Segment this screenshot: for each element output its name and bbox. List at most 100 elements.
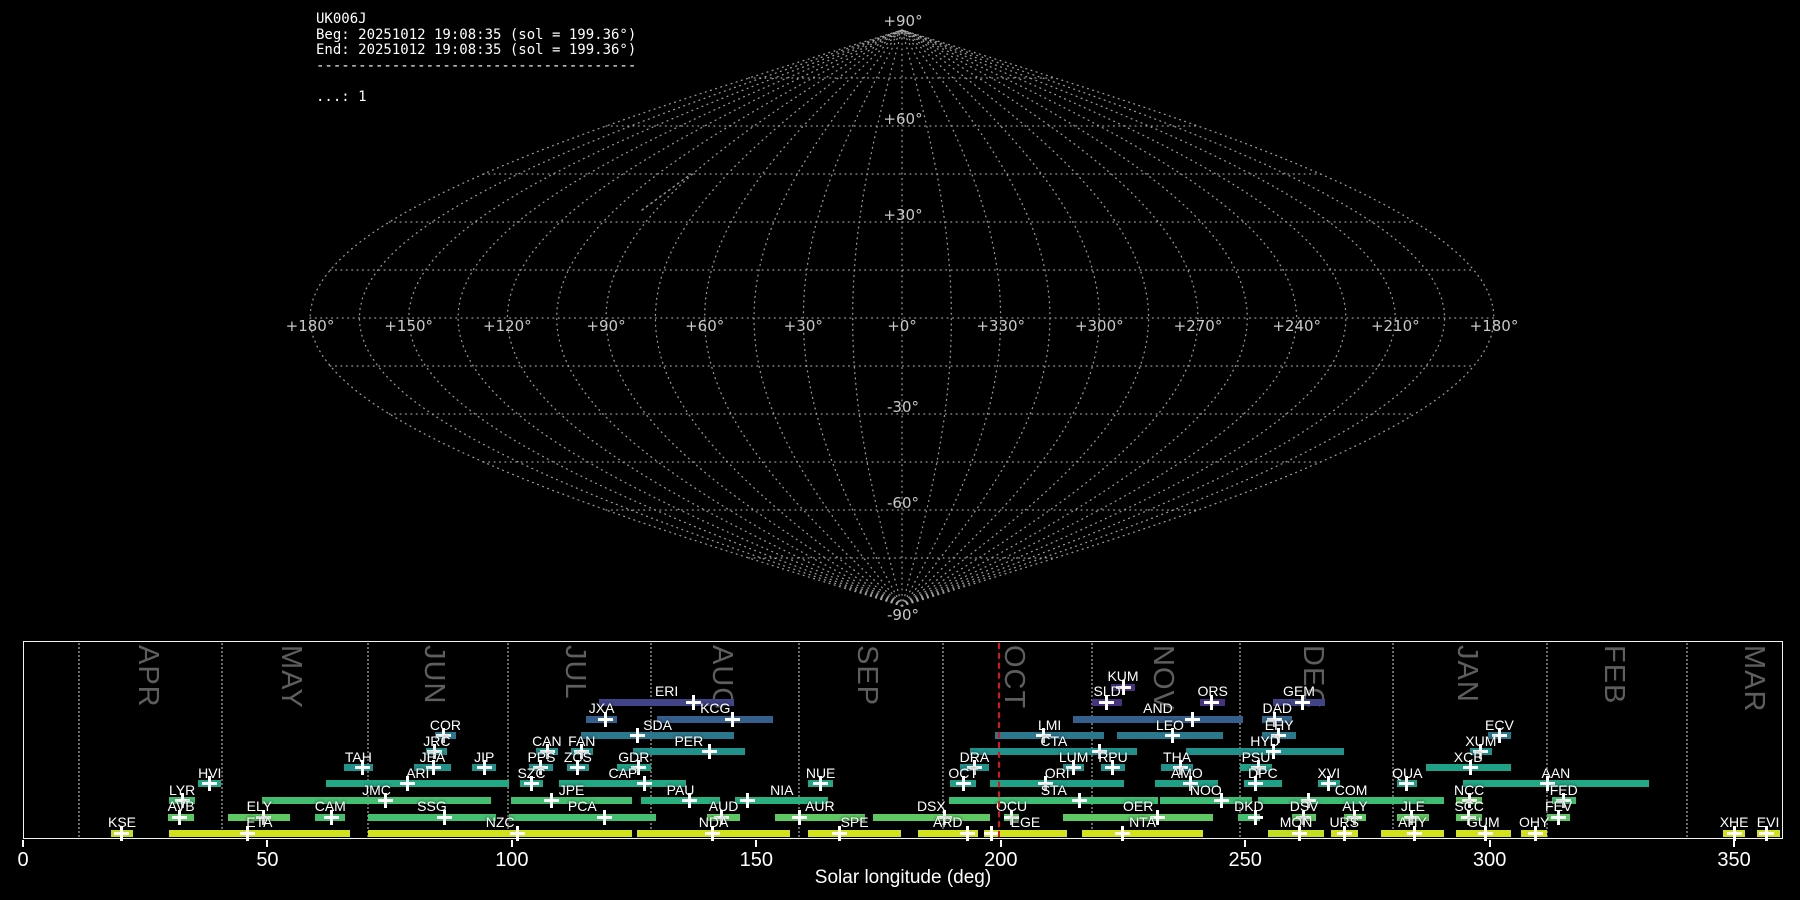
shower-code-label: CTA: [1040, 732, 1068, 749]
month-boundary-line: [78, 643, 81, 837]
shower-peak-marker: [1098, 694, 1114, 710]
shower-peak-marker: [1407, 825, 1423, 841]
shower-peak-marker: [1336, 825, 1352, 841]
shower-peak-marker: [686, 694, 702, 710]
axis-tick-label: 250: [1228, 849, 1262, 871]
shower-code-label: AUR: [805, 798, 835, 814]
shower-activity-bar: [261, 797, 492, 804]
shower-peak-marker: [1527, 825, 1543, 841]
axis-tick-label: 200: [984, 849, 1018, 871]
shower-peak-marker: [629, 728, 645, 743]
shower-peak-marker: [636, 776, 652, 791]
shower-code-label: STA: [1040, 781, 1067, 798]
shower-peak-marker: [740, 793, 756, 808]
month-boundary-line: [649, 643, 652, 837]
month-label: OCT: [997, 645, 1030, 710]
shower-peak-marker: [725, 711, 741, 727]
shower-peak-marker: [399, 776, 415, 791]
shower-peak-marker: [705, 825, 721, 841]
shower-peak-marker: [598, 711, 614, 727]
shower-peak-marker: [1399, 776, 1415, 791]
month-label: SEP: [851, 645, 884, 707]
month-boundary-line: [798, 643, 801, 837]
shower-code-label: CAP: [608, 764, 638, 781]
shower-peak-marker: [240, 825, 256, 841]
shower-peak-marker: [437, 809, 453, 825]
shower-peak-marker: [832, 825, 848, 841]
shower-peak-marker: [1105, 760, 1121, 775]
shower-peak-marker: [1114, 825, 1130, 841]
shower-peak-marker: [1247, 776, 1263, 791]
axis-tick: [1733, 840, 1736, 847]
month-label: JUL: [559, 645, 592, 700]
shower-peak-marker: [955, 776, 971, 791]
month-boundary-line: [506, 643, 509, 837]
shower-peak-marker: [1462, 760, 1478, 775]
shower-code-label: NIA: [770, 781, 794, 798]
shower-peak-marker: [378, 793, 394, 808]
shower-peak-marker: [476, 760, 492, 775]
month-label: APR: [131, 645, 164, 708]
shower-peak-marker: [1071, 793, 1087, 808]
axis-tick: [755, 840, 758, 847]
shower-peak-marker: [1247, 809, 1263, 825]
shower-peak-marker: [172, 809, 188, 825]
month-label: JAN: [1450, 645, 1483, 703]
axis-tick-label: 50: [256, 849, 279, 871]
shower-peak-marker: [1478, 825, 1494, 841]
shower-activity-bar: [1081, 829, 1204, 837]
month-label: MAR: [1738, 645, 1771, 713]
shower-peak-marker: [524, 776, 540, 791]
shower-peak-marker: [1726, 825, 1742, 841]
shower-peak-marker: [355, 760, 371, 775]
shower-peak-marker: [1291, 825, 1307, 841]
shower-code-label: ARD: [932, 814, 963, 830]
shower-activity-bar: [508, 813, 656, 821]
shower-peak-marker: [324, 809, 340, 825]
shower-activity-bar: [657, 715, 774, 723]
shower-code-label: AND: [1143, 700, 1173, 716]
shower-peak-marker: [114, 825, 130, 841]
shower-peak-marker: [510, 825, 526, 841]
axis-tick: [1488, 840, 1491, 847]
shower-peak-marker: [202, 776, 218, 791]
shower-activity-bar: [367, 813, 497, 821]
axis-tick: [1244, 840, 1247, 847]
axis-tick-label: 300: [1472, 849, 1507, 871]
shower-peak-marker: [569, 760, 585, 775]
axis-tick: [266, 840, 269, 847]
month-label: FEB: [1597, 645, 1630, 705]
shower-peak-marker: [1759, 825, 1775, 841]
shower-peak-marker: [543, 793, 559, 808]
shower-peak-marker: [1164, 728, 1180, 743]
axis-tick-label: 350: [1717, 849, 1751, 871]
shower-activity-bar: [169, 829, 350, 837]
month-label: MAY: [274, 645, 307, 709]
shower-peak-marker: [1203, 694, 1219, 710]
month-boundary-line: [366, 643, 369, 837]
shower-peak-marker: [596, 809, 612, 825]
shower-peak-marker: [1214, 793, 1230, 808]
month-boundary-line: [221, 643, 224, 837]
month-boundary-line: [1091, 643, 1094, 837]
shower-activity-bar: [368, 829, 633, 837]
shower-peak-marker: [702, 744, 718, 759]
axis-tick: [999, 840, 1002, 847]
shower-activity-bar: [580, 732, 735, 739]
shower-activity-bar: [326, 780, 510, 787]
shower-code-label: JPE: [558, 781, 585, 798]
axis-tick-label: 0: [17, 849, 29, 871]
month-label: JUN: [418, 645, 451, 705]
shower-peak-marker: [1184, 711, 1200, 727]
month-boundary-line: [1686, 643, 1689, 837]
shower-code-label: ERI: [654, 683, 679, 699]
shower-code-label: EGE: [1010, 814, 1041, 830]
axis-tick-label: 150: [739, 849, 774, 871]
shower-peak-marker: [1295, 694, 1311, 710]
shower-peak-marker: [1550, 809, 1566, 825]
shower-peak-marker: [813, 776, 829, 791]
shower-activity-bar: [632, 748, 746, 755]
plot-stage: +180° +150° +120° +90° +60° +30° +0° +330° +300°…: [0, 0, 1800, 900]
shower-code-label: SDA: [643, 716, 672, 733]
current-sol-line: [997, 643, 1000, 837]
